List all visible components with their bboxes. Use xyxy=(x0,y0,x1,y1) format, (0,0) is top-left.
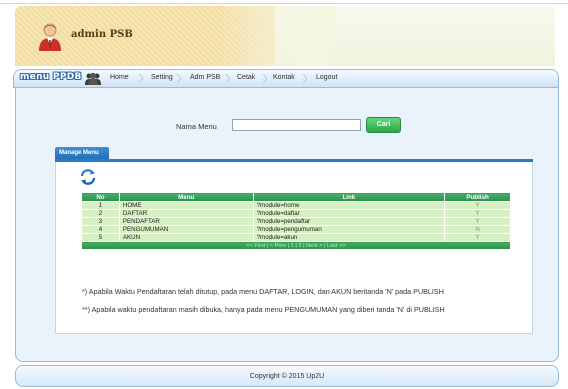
cell-publish: Y xyxy=(444,201,511,210)
menu-name-input[interactable] xyxy=(232,119,361,131)
brand-title: admin PSB xyxy=(71,29,133,40)
cell-menu: PENDAFTAR xyxy=(118,217,254,226)
col-publish: Publish xyxy=(444,192,511,202)
header-banner: admin PSB xyxy=(15,6,555,66)
nav-separator xyxy=(138,74,144,83)
cell-link: ?module=pengumuman xyxy=(252,225,446,234)
nav-separator xyxy=(225,74,231,83)
table-row[interactable]: 2 DAFTAR ?module=daftar Y xyxy=(81,209,511,218)
header-band-fade xyxy=(215,6,335,66)
cell-menu: AKUN xyxy=(118,233,254,242)
cell-menu: PENGUMUMAN xyxy=(118,225,254,234)
table-row[interactable]: 5 AKUN ?module=akun Y xyxy=(81,233,511,242)
cell-publish: Y xyxy=(444,209,511,218)
cell-no: 4 xyxy=(81,225,120,234)
admin-user-icon xyxy=(39,23,61,51)
nav-home[interactable]: Home xyxy=(110,74,129,81)
search-button[interactable]: Cari xyxy=(366,117,401,133)
cell-link: ?module=home xyxy=(252,201,446,210)
cell-publish: Y xyxy=(444,217,511,226)
table-row[interactable]: 1 HOME ?module=home Y xyxy=(81,201,511,210)
table-row[interactable]: 3 PENDAFTAR ?module=pendaftar Y xyxy=(81,217,511,226)
menu-table: No Menu Link Publish 1 HOME ?module=home… xyxy=(81,192,511,250)
copyright-text: Copyright © 2015 Up2U xyxy=(249,373,325,380)
main-nav: menu PPDB Home Setting Adm PSB Cetak Kon… xyxy=(13,69,559,88)
cell-link: ?module=akun xyxy=(252,233,446,242)
pagination-links[interactable]: << First | < Prev | 1 | 2 | Next > | Las… xyxy=(81,241,511,250)
table-header-row: No Menu Link Publish xyxy=(81,192,511,202)
col-no: No xyxy=(81,192,120,202)
nav-logout[interactable]: Logout xyxy=(316,74,337,81)
app-window: admin PSB menu PPDB Home Setting Adm PSB… xyxy=(0,0,568,389)
note-closed: *) Apabila Waktu Pendaftaran telah ditut… xyxy=(82,287,444,296)
cell-publish: Y xyxy=(444,233,511,242)
menu-logo: menu PPDB xyxy=(20,72,82,82)
note-open: **) Apabila waktu pendaftaran masih dibu… xyxy=(82,305,445,314)
cell-menu: DAFTAR xyxy=(118,209,254,218)
nav-adm-psb[interactable]: Adm PSB xyxy=(190,74,220,81)
nav-separator xyxy=(176,74,182,83)
table-row[interactable]: 4 PENGUMUMAN ?module=pengumuman N xyxy=(81,225,511,234)
refresh-icon[interactable] xyxy=(79,168,97,186)
nav-cetak[interactable]: Cetak xyxy=(237,74,255,81)
cell-no: 5 xyxy=(81,233,120,242)
nav-separator xyxy=(302,74,308,83)
cell-no: 3 xyxy=(81,217,120,226)
top-divider xyxy=(0,3,568,4)
cell-publish: N xyxy=(444,225,511,234)
pagination-row: << First | < Prev | 1 | 2 | Next > | Las… xyxy=(81,241,511,250)
nav-separator xyxy=(262,74,268,83)
users-icon xyxy=(85,72,101,85)
col-link: Link xyxy=(252,192,446,202)
footer: Copyright © 2015 Up2U xyxy=(15,365,559,387)
search-label: Nama Menu xyxy=(176,122,217,131)
cell-menu: HOME xyxy=(118,201,254,210)
cell-no: 2 xyxy=(81,209,120,218)
cell-link: ?module=pendaftar xyxy=(252,217,446,226)
col-menu: Menu xyxy=(118,192,254,202)
nav-kontak[interactable]: Kontak xyxy=(273,74,295,81)
cell-link: ?module=daftar xyxy=(252,209,446,218)
nav-setting[interactable]: Setting xyxy=(151,74,173,81)
cell-no: 1 xyxy=(81,201,120,210)
